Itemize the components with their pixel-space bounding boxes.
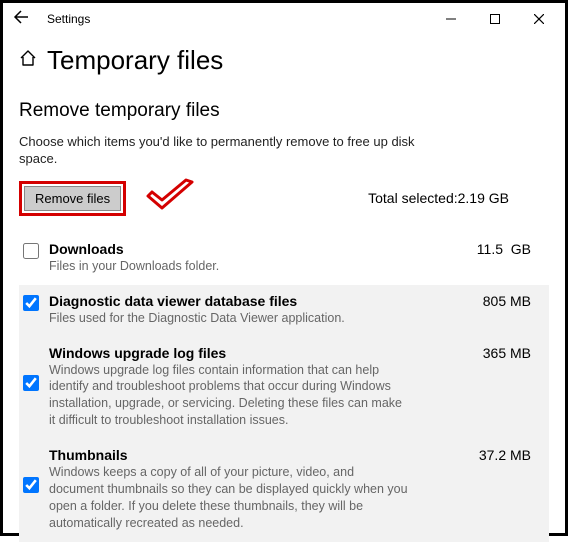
item-size: 805 MB: [459, 293, 539, 309]
total-selected: Total selected:2.19 GB: [368, 190, 509, 206]
item-size: 365 MB: [459, 345, 539, 361]
close-icon: [534, 14, 544, 24]
minimize-button[interactable]: [429, 5, 473, 33]
item-checkbox-upgrade-logs[interactable]: [23, 375, 39, 391]
remove-button-highlight: Remove files: [19, 181, 126, 216]
item-checkbox-diagnostic[interactable]: [23, 295, 39, 311]
item-name: Downloads: [49, 241, 459, 257]
section-header: Remove temporary files: [3, 82, 565, 130]
item-checkbox-downloads[interactable]: [23, 243, 39, 259]
back-arrow-icon: [13, 9, 29, 25]
item-name: Windows upgrade log files: [49, 345, 459, 361]
page-title: Temporary files: [47, 45, 223, 76]
list-item: Windows upgrade log files Windows upgrad…: [19, 337, 549, 440]
item-desc: Windows keeps a copy of all of your pict…: [49, 464, 409, 532]
minimize-icon: [446, 14, 456, 24]
checkmark-annotation-icon: [142, 178, 198, 219]
maximize-button[interactable]: [473, 5, 517, 33]
item-size: 37.2 MB: [459, 447, 539, 463]
list-item: Thumbnails Windows keeps a copy of all o…: [19, 439, 549, 542]
section-description: Choose which items you'd like to permane…: [3, 130, 433, 168]
list-item: Diagnostic data viewer database files Fi…: [19, 285, 549, 337]
home-icon[interactable]: [19, 49, 37, 72]
item-desc: Windows upgrade log files contain inform…: [49, 362, 409, 430]
item-desc: Files used for the Diagnostic Data Viewe…: [49, 310, 409, 327]
total-label: Total selected:: [368, 190, 458, 206]
remove-files-button[interactable]: Remove files: [24, 186, 121, 211]
app-title: Settings: [47, 12, 429, 26]
item-desc: Files in your Downloads folder.: [49, 258, 409, 275]
items-list: Downloads Files in your Downloads folder…: [19, 233, 549, 542]
total-value: 2.19 GB: [458, 190, 509, 206]
item-name: Diagnostic data viewer database files: [49, 293, 459, 309]
maximize-icon: [490, 14, 500, 24]
title-bar: Settings: [3, 3, 565, 35]
list-item: Downloads Files in your Downloads folder…: [19, 233, 549, 285]
close-button[interactable]: [517, 5, 561, 33]
back-button[interactable]: [7, 9, 35, 30]
item-size: 11.5 GB: [459, 241, 539, 257]
item-name: Thumbnails: [49, 447, 459, 463]
item-checkbox-thumbnails[interactable]: [23, 477, 39, 493]
